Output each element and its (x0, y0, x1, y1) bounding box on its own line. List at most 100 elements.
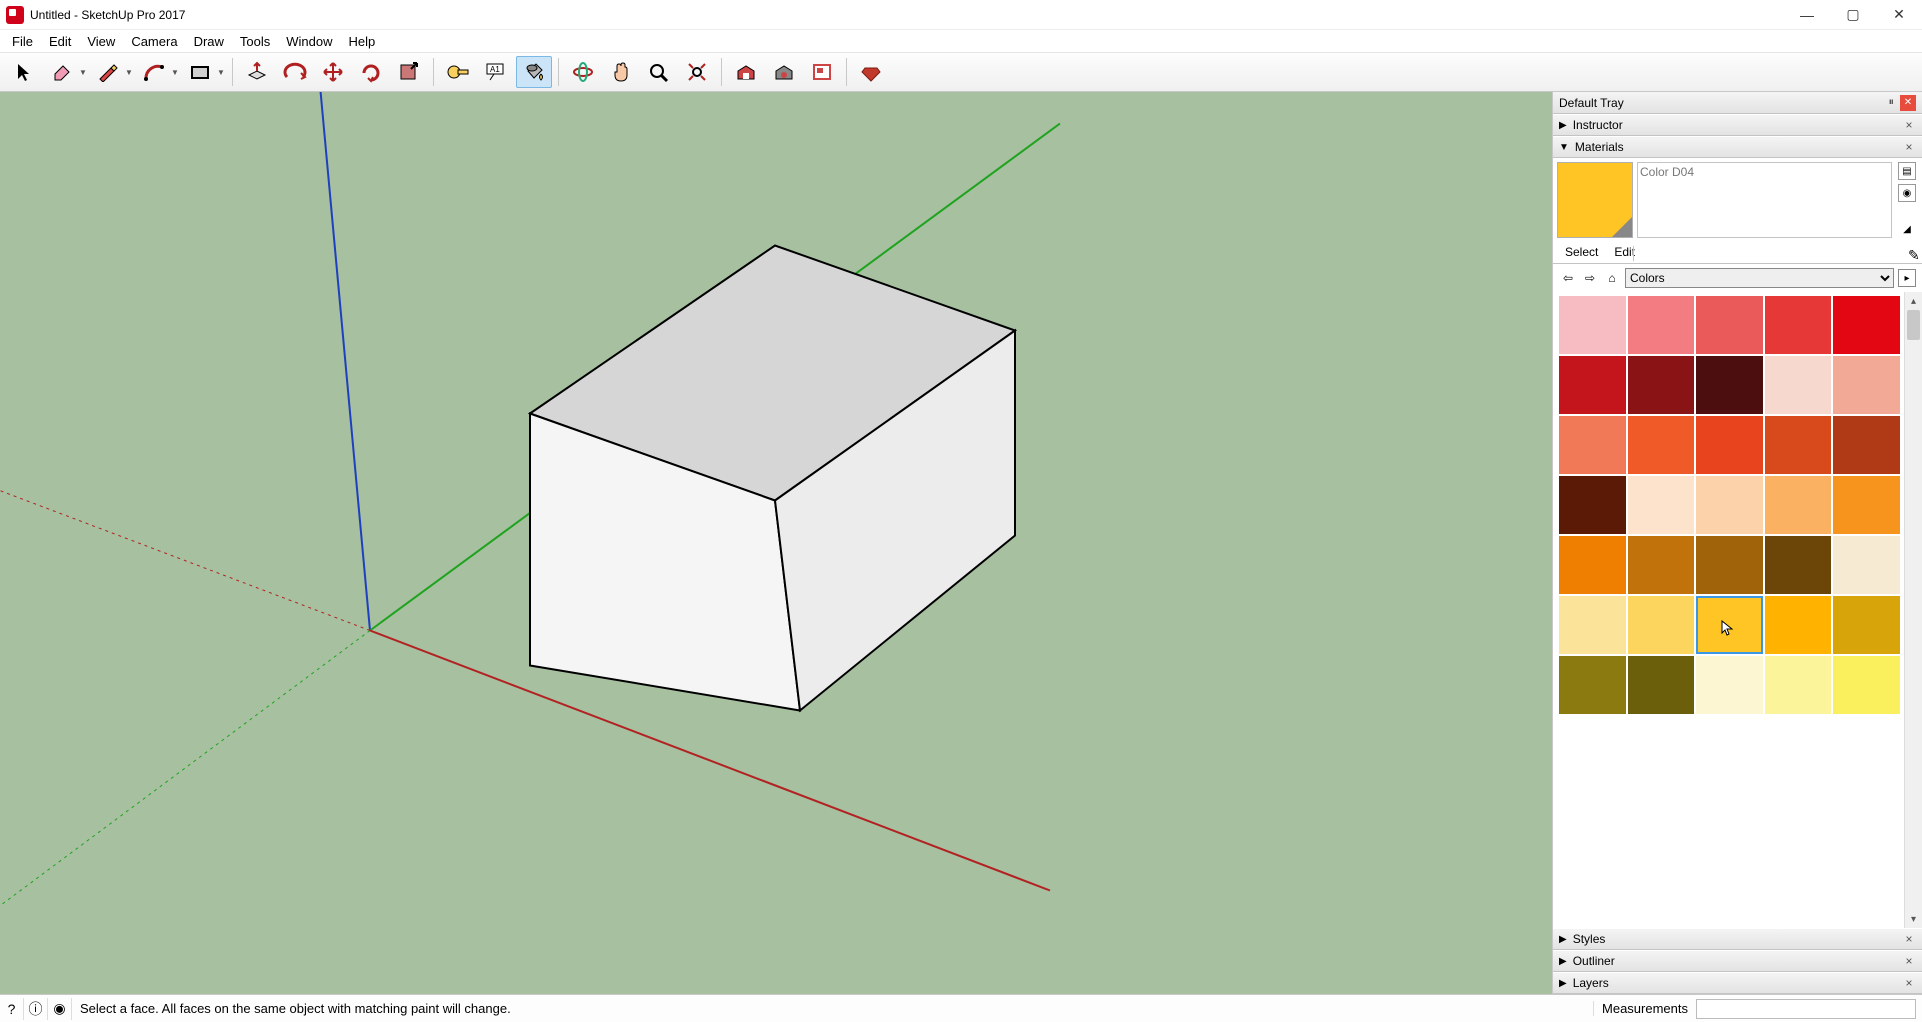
panel-materials-header[interactable]: ▼ Materials × (1553, 136, 1922, 158)
color-swatch[interactable] (1696, 416, 1763, 474)
color-swatch[interactable] (1559, 596, 1626, 654)
color-swatch[interactable] (1765, 476, 1832, 534)
material-preview-swatch[interactable] (1557, 162, 1633, 238)
panel-close-button[interactable]: × (1902, 932, 1916, 946)
help-icon[interactable]: ? (0, 998, 24, 1020)
tab-edit[interactable]: Edit (1606, 243, 1643, 263)
display-secondary-pane-button[interactable]: ▤ (1898, 162, 1916, 180)
zoom-extents-tool[interactable] (679, 56, 715, 88)
color-swatch[interactable] (1696, 536, 1763, 594)
color-swatch[interactable] (1765, 536, 1832, 594)
menu-window[interactable]: Window (278, 32, 340, 51)
menu-help[interactable]: Help (341, 32, 384, 51)
panel-instructor-header[interactable]: ▶ Instructor × (1553, 114, 1922, 136)
tray-header[interactable]: Default Tray ⏸ ✕ (1553, 92, 1922, 114)
eyedropper-icon[interactable]: ✎ (1900, 245, 1918, 263)
color-swatch[interactable] (1833, 596, 1900, 654)
pin-icon[interactable]: ⏸ (1887, 96, 1897, 109)
color-swatch[interactable] (1833, 536, 1900, 594)
tape-tool[interactable] (440, 56, 476, 88)
viewport-3d[interactable] (0, 92, 1552, 994)
color-swatch[interactable] (1628, 656, 1695, 714)
orbit-tool[interactable] (565, 56, 601, 88)
color-swatch[interactable] (1765, 356, 1832, 414)
color-swatch[interactable] (1765, 656, 1832, 714)
pushpull-tool[interactable] (239, 56, 275, 88)
material-name-input[interactable] (1640, 165, 1889, 179)
extension-warehouse-tool[interactable] (766, 56, 802, 88)
tab-select[interactable]: Select (1557, 243, 1606, 263)
color-swatch[interactable] (1628, 476, 1695, 534)
nav-forward-button[interactable]: ⇨ (1581, 269, 1599, 287)
menu-camera[interactable]: Camera (123, 32, 185, 51)
nav-back-button[interactable]: ⇦ (1559, 269, 1577, 287)
panel-close-button[interactable]: × (1902, 118, 1916, 132)
color-swatch[interactable] (1833, 476, 1900, 534)
swatch-scrollbar[interactable]: ▴ ▾ (1904, 292, 1922, 928)
color-swatch[interactable] (1559, 296, 1626, 354)
color-swatch[interactable] (1559, 416, 1626, 474)
color-swatch[interactable] (1833, 296, 1900, 354)
color-swatch[interactable] (1628, 536, 1695, 594)
menu-edit[interactable]: Edit (41, 32, 79, 51)
nav-home-button[interactable]: ⌂ (1603, 269, 1621, 287)
minimize-button[interactable]: — (1784, 0, 1830, 30)
scale-tool[interactable] (391, 56, 427, 88)
scroll-up-button[interactable]: ▴ (1905, 292, 1922, 310)
person-icon[interactable]: ⓘ (24, 998, 48, 1020)
scroll-thumb[interactable] (1907, 310, 1920, 340)
pan-tool[interactable] (603, 56, 639, 88)
layout-tool[interactable] (804, 56, 840, 88)
color-swatch[interactable] (1628, 296, 1695, 354)
menu-view[interactable]: View (79, 32, 123, 51)
color-swatch[interactable] (1833, 656, 1900, 714)
warehouse-tool[interactable] (728, 56, 764, 88)
paint-bucket-tool[interactable] (516, 56, 552, 88)
color-swatch[interactable] (1765, 296, 1832, 354)
color-swatch[interactable] (1559, 476, 1626, 534)
menu-file[interactable]: File (4, 32, 41, 51)
extension-manager-tool[interactable] (853, 56, 889, 88)
text-tool[interactable]: A1 (478, 56, 514, 88)
color-swatch[interactable] (1696, 356, 1763, 414)
scroll-down-button[interactable]: ▾ (1905, 910, 1922, 928)
shapes-tool[interactable] (182, 56, 218, 88)
eraser-tool-dropdown[interactable]: ▼ (78, 68, 88, 77)
color-swatch[interactable] (1628, 356, 1695, 414)
offset-tool[interactable] (277, 56, 313, 88)
lines-tool-dropdown[interactable]: ▼ (124, 68, 134, 77)
color-swatch[interactable] (1559, 356, 1626, 414)
color-swatch[interactable] (1833, 356, 1900, 414)
close-window-button[interactable]: ✕ (1876, 0, 1922, 30)
geolocation-icon[interactable]: ◉ (48, 998, 72, 1020)
panel-layers-header[interactable]: ▶ Layers × (1553, 972, 1922, 994)
color-swatch[interactable] (1765, 416, 1832, 474)
rotate-tool[interactable] (353, 56, 389, 88)
color-swatch[interactable] (1628, 596, 1695, 654)
create-material-button[interactable]: ◉ (1898, 184, 1916, 202)
panel-outliner-header[interactable]: ▶ Outliner × (1553, 950, 1922, 972)
panel-close-button[interactable]: × (1902, 976, 1916, 990)
arcs-tool[interactable] (136, 56, 172, 88)
color-swatch[interactable] (1559, 536, 1626, 594)
arcs-tool-dropdown[interactable]: ▼ (170, 68, 180, 77)
color-swatch[interactable] (1559, 656, 1626, 714)
color-swatch[interactable] (1765, 596, 1832, 654)
select-tool[interactable] (6, 56, 42, 88)
measurements-input[interactable] (1696, 999, 1916, 1019)
menu-tools[interactable]: Tools (232, 32, 278, 51)
panel-close-button[interactable]: × (1902, 140, 1916, 154)
maximize-button[interactable]: ▢ (1830, 0, 1876, 30)
details-menu-button[interactable]: ▸ (1898, 269, 1916, 287)
material-library-select[interactable]: Colors (1625, 268, 1894, 288)
panel-close-button[interactable]: × (1902, 954, 1916, 968)
color-swatch[interactable] (1696, 656, 1763, 714)
color-swatch[interactable] (1696, 296, 1763, 354)
color-swatch[interactable] (1696, 596, 1763, 654)
color-swatch[interactable] (1696, 476, 1763, 534)
move-tool[interactable] (315, 56, 351, 88)
shapes-tool-dropdown[interactable]: ▼ (216, 68, 226, 77)
color-swatch[interactable] (1833, 416, 1900, 474)
lines-tool[interactable] (90, 56, 126, 88)
panel-styles-header[interactable]: ▶ Styles × (1553, 928, 1922, 950)
